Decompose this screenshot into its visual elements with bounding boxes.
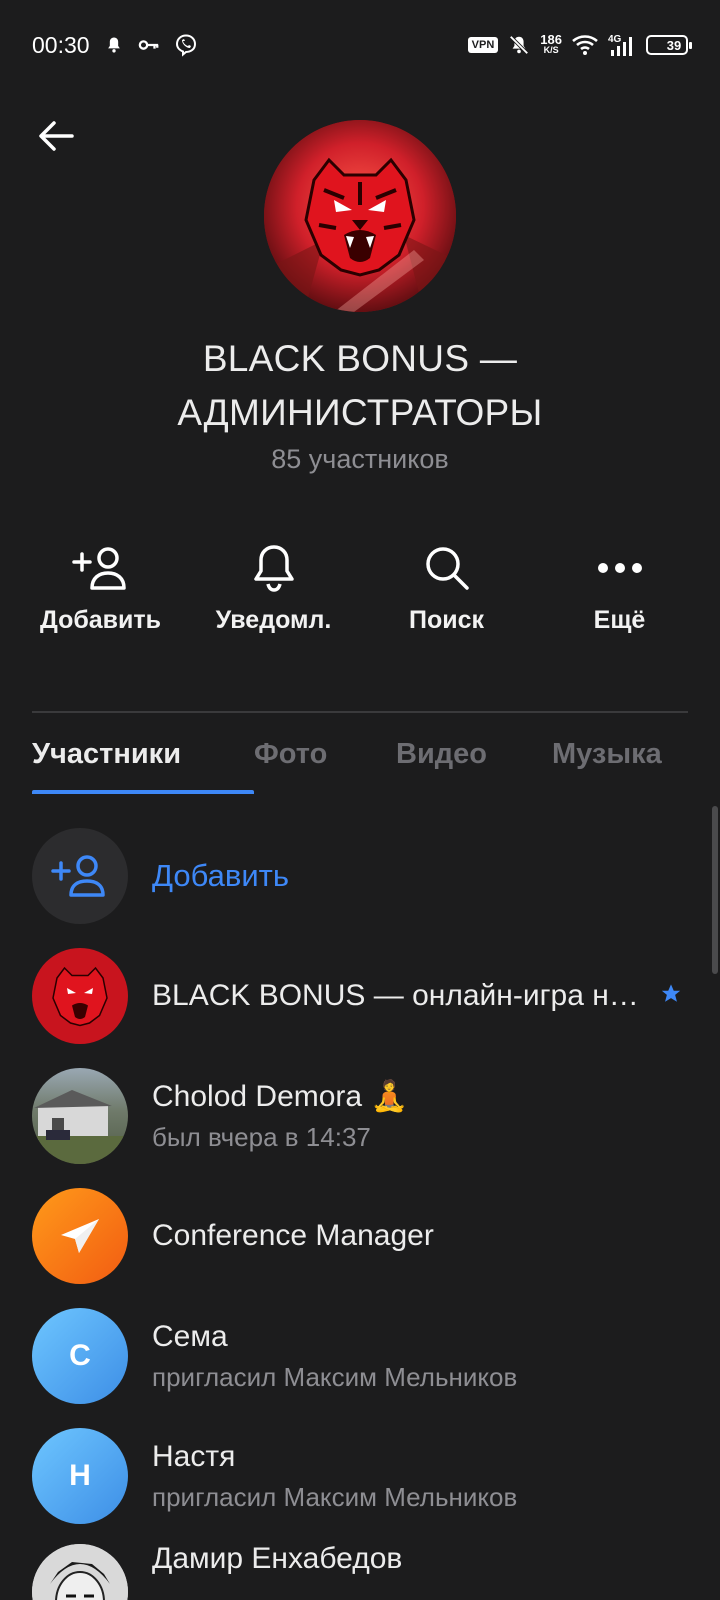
cellular-signal-icon: 4G [608, 33, 636, 57]
more-label: Ещё [593, 606, 646, 634]
avatar-initial: Н [69, 1459, 91, 1492]
network-speed: 186 K/S [540, 32, 562, 56]
back-button[interactable] [28, 108, 84, 164]
member-count: 85 участников [271, 444, 449, 474]
add-member-row[interactable]: Добавить [0, 816, 720, 936]
avatar [32, 1068, 128, 1164]
action-row: Добавить Уведомл. Поиск Ещё [14, 540, 706, 650]
member-row[interactable]: Conference Manager [0, 1176, 720, 1296]
battery-level: 39 [666, 37, 682, 53]
search-icon [423, 540, 471, 596]
member-row[interactable]: Cholod Demora 🧘 был вчера в 14:37 [0, 1056, 720, 1176]
wifi-icon [572, 34, 598, 56]
network-speed-unit: K/S [543, 45, 559, 55]
member-row[interactable]: Дамир Енхабедов [0, 1536, 720, 1600]
add-member-row-label: Добавить [152, 858, 290, 893]
member-text: Conference Manager [152, 1219, 660, 1253]
tab-video[interactable]: Видео [396, 738, 552, 794]
paper-plane-icon [61, 1219, 99, 1253]
add-user-icon [51, 855, 105, 897]
member-name: Дамир Енхабедов [152, 1542, 403, 1575]
avatar: С [32, 1308, 128, 1404]
member-row[interactable]: Н Настя пригласил Максим Мельников [0, 1416, 720, 1536]
status-right: VPN 186 K/S 4G 39 [467, 32, 692, 57]
manga-portrait-icon [32, 1544, 128, 1600]
notifications-button[interactable]: Уведомл. [187, 540, 360, 650]
avatar [32, 1544, 128, 1600]
muted-bell-icon [508, 34, 530, 56]
add-member-avatar [32, 828, 128, 924]
notifications-label: Уведомл. [215, 606, 332, 634]
member-text: Дамир Енхабедов [152, 1542, 660, 1576]
key-icon [138, 35, 160, 55]
network-speed-value: 186 [540, 32, 562, 47]
member-status: пригласил Максим Мельников [152, 1361, 518, 1392]
vpn-badge: VPN [467, 37, 499, 53]
group-avatar[interactable] [264, 120, 456, 312]
member-list: Добавить BLACK BONUS — онлайн-игра на An… [0, 816, 720, 1600]
status-time: 00:30 [32, 31, 90, 58]
member-name: BLACK BONUS — онлайн-игра на Android [152, 979, 650, 1012]
add-member-text: Добавить [152, 858, 660, 894]
tab-music[interactable]: Музыка [552, 738, 702, 794]
network-type-label: 4G [608, 34, 622, 45]
member-name: Conference Manager [152, 1219, 434, 1252]
house-photo-icon [32, 1090, 128, 1164]
member-status: был вчера в 14:37 [152, 1122, 371, 1152]
star-icon [660, 983, 682, 1010]
more-dots-icon [596, 540, 644, 596]
member-row[interactable]: С Сема пригласил Максим Мельников [0, 1296, 720, 1416]
search-label: Поиск [408, 606, 485, 634]
avatar [32, 1188, 128, 1284]
avatar: Н [32, 1428, 128, 1524]
tiger-logo-icon [264, 120, 456, 312]
member-status: пригласил Максим Мельников [152, 1481, 518, 1512]
tiger-logo-icon [32, 948, 128, 1044]
member-name: Cholod Demora 🧘 [152, 1080, 408, 1113]
status-left: 00:30 [32, 32, 198, 59]
more-button[interactable]: Ещё [533, 540, 706, 650]
divider [32, 711, 688, 713]
media-tabs: Участники Фото Видео Музыка [32, 738, 720, 794]
member-text: Настя пригласил Максим Мельников [152, 1440, 660, 1513]
battery-indicator: 39 [646, 35, 692, 55]
arrow-left-icon [39, 121, 74, 151]
group-title: BLACK BONUS — АДМИНИСТРАТОРЫ [177, 338, 543, 433]
tab-members[interactable]: Участники [32, 738, 254, 794]
bell-icon [104, 35, 124, 55]
add-member-label: Добавить [39, 606, 162, 634]
member-text: Cholod Demora 🧘 был вчера в 14:37 [152, 1079, 660, 1153]
search-button[interactable]: Поиск [360, 540, 533, 650]
bell-icon [251, 540, 297, 596]
viber-icon [174, 33, 198, 57]
avatar [32, 948, 128, 1044]
member-row[interactable]: BLACK BONUS — онлайн-игра на Android [0, 936, 720, 1056]
tab-photo[interactable]: Фото [254, 738, 396, 794]
member-text: BLACK BONUS — онлайн-игра на Android [152, 979, 650, 1013]
add-member-button[interactable]: Добавить [14, 540, 187, 650]
member-name: Настя [152, 1439, 236, 1473]
status-bar: 00:30 VPN 186 K/S 4G 39 [0, 0, 720, 90]
member-name: Сема [152, 1319, 228, 1353]
member-text: Сема пригласил Максим Мельников [152, 1320, 660, 1393]
add-user-icon [71, 540, 130, 596]
avatar-initial: С [69, 1339, 91, 1372]
